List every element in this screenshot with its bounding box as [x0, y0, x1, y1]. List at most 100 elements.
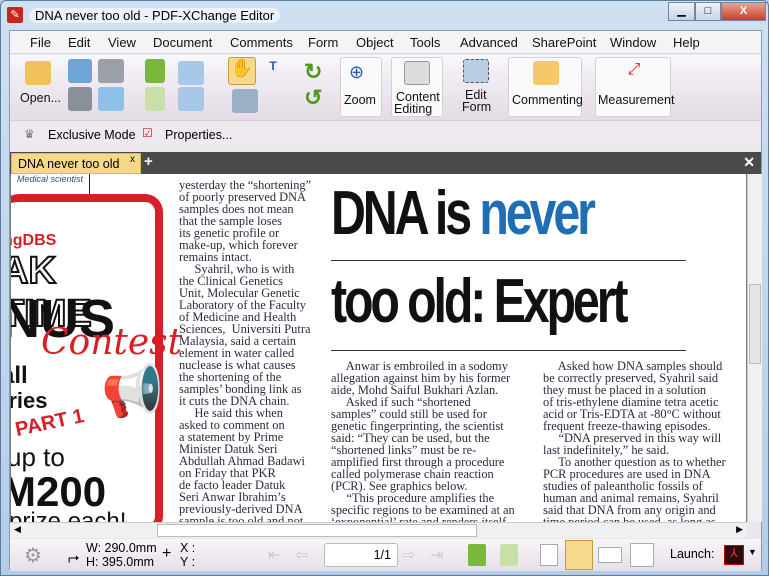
- menu-bar: File Edit View Document Comments Form Object To…: [10, 31, 761, 54]
- acrobat-launch-icon[interactable]: ⅄: [724, 545, 744, 565]
- page-size-icon: ⮣: [68, 549, 80, 565]
- exclusive-mode-button[interactable]: Exclusive Mode: [48, 128, 136, 142]
- app-body: File Edit View Document Comments Form Object To…: [9, 30, 762, 571]
- ad-line: prize each!: [11, 508, 127, 522]
- headline-accent: never: [479, 179, 596, 248]
- article-column-1: yesterday the “shortening” of poorly pres…: [179, 179, 311, 522]
- measurement-button[interactable]: ⤢ Measurement: [595, 57, 674, 117]
- status-bar: ⚙ ⮣ W: 290.0mm H: 395.0mm + X : Y : ⇤ ⇦ …: [10, 539, 761, 571]
- edit-form-label-2[interactable]: Form: [462, 101, 491, 114]
- menu-view[interactable]: View: [108, 35, 136, 50]
- open-button[interactable]: Open...: [20, 92, 61, 105]
- continuous-view-icon[interactable]: [565, 540, 593, 570]
- rotate-cw-icon[interactable]: ↻: [304, 59, 324, 84]
- ad-line: Contest: [41, 322, 183, 363]
- divider: [89, 174, 90, 194]
- horizontal-scrollbar[interactable]: ◀ ▶: [10, 522, 747, 538]
- text-line: sample is too old and not: [179, 514, 304, 522]
- snapshot-icon[interactable]: [232, 89, 258, 113]
- commenting-button[interactable]: Commenting: [508, 57, 583, 117]
- menu-document[interactable]: Document: [153, 35, 212, 50]
- vertical-scroll-thumb[interactable]: [749, 284, 761, 364]
- app-window: ✎ DNA never too old - PDF-XChange Editor…: [0, 0, 769, 576]
- previous-view-icon[interactable]: [468, 544, 486, 566]
- launch-label: Launch:: [670, 547, 715, 561]
- cursor-x: X :: [180, 541, 196, 555]
- headline-line-1: DNA is never: [331, 178, 596, 249]
- page-width: W: 290.0mm: [86, 541, 157, 555]
- measurement-icon: ⤢: [627, 61, 641, 78]
- single-page-view-icon[interactable]: [540, 544, 558, 566]
- headline-rule: [331, 350, 686, 351]
- menu-help[interactable]: Help: [673, 35, 700, 50]
- menu-edit[interactable]: Edit: [68, 35, 90, 50]
- next-page-icon[interactable]: ⇨: [402, 545, 415, 565]
- caption: Medical scientist: [17, 174, 84, 184]
- next-view-icon[interactable]: [500, 544, 518, 566]
- open-folder-icon[interactable]: [25, 61, 51, 85]
- first-page-icon[interactable]: ⇤: [268, 545, 281, 565]
- megaphone-icon: 📢: [101, 363, 164, 419]
- rotate-ccw-icon[interactable]: ↺: [304, 85, 324, 110]
- facing-view-icon[interactable]: [598, 547, 622, 563]
- save-icon[interactable]: [68, 59, 92, 83]
- continuous-facing-view-icon[interactable]: [630, 543, 654, 567]
- menu-file[interactable]: File: [30, 35, 51, 50]
- menu-tools[interactable]: Tools: [410, 35, 440, 50]
- commenting-icon: [533, 61, 559, 85]
- hand-tool-icon[interactable]: ✋: [228, 57, 256, 85]
- edit-form-icon[interactable]: [463, 59, 489, 83]
- launch-dropdown-icon[interactable]: ▼: [748, 547, 757, 557]
- menu-object[interactable]: Object: [356, 35, 394, 50]
- pdf-page: Medical scientist ngDBS AK TIME NUS Cont…: [11, 174, 746, 522]
- scan-icon[interactable]: [98, 59, 124, 83]
- menu-comments[interactable]: Comments: [230, 35, 293, 50]
- select-text-icon[interactable]: T: [262, 59, 284, 83]
- export-icon[interactable]: [145, 87, 165, 111]
- headline-line-2: too old: Expert: [331, 267, 629, 336]
- new-tab-button[interactable]: +: [144, 153, 153, 170]
- zoom-icon: ⊕: [349, 62, 365, 82]
- headline-rule: [331, 260, 686, 261]
- import-icon[interactable]: [145, 59, 165, 83]
- main-toolbar: Open... ✋ T ↻ ↺ ⊕ Zoom Content Editing E…: [10, 55, 761, 121]
- undo-icon[interactable]: [178, 61, 204, 85]
- menu-window[interactable]: Window: [610, 35, 656, 50]
- app-logo-icon: ✎: [7, 7, 23, 23]
- page-height: H: 395.0mm: [86, 555, 155, 569]
- close-button[interactable]: X: [721, 2, 766, 21]
- content-editing-icon: [404, 61, 430, 85]
- article-column-2: Anwar is embroiled in a sodomy allegation…: [331, 360, 515, 522]
- menu-sharepoint[interactable]: SharePoint: [532, 35, 596, 50]
- page-number-input[interactable]: 1/1: [324, 543, 398, 567]
- email-icon[interactable]: [98, 87, 124, 111]
- scroll-right-icon[interactable]: ▶: [736, 524, 743, 535]
- tab-dna-never-too-old[interactable]: DNA never too old x: [11, 153, 141, 174]
- document-view[interactable]: Medical scientist ngDBS AK TIME NUS Cont…: [10, 174, 747, 522]
- settings-gear-icon[interactable]: ⚙: [24, 543, 42, 568]
- properties-button[interactable]: Properties...: [165, 128, 232, 142]
- content-editing-button[interactable]: Content Editing: [391, 57, 443, 117]
- tab-label: DNA never too old: [18, 157, 120, 171]
- menu-form[interactable]: Form: [308, 35, 338, 50]
- vertical-scrollbar[interactable]: [747, 174, 762, 522]
- maximize-button[interactable]: □: [695, 2, 721, 21]
- redo-icon[interactable]: [178, 87, 204, 111]
- scroll-left-icon[interactable]: ◀: [14, 524, 21, 535]
- cursor-y: Y :: [180, 555, 196, 569]
- tab-close-icon[interactable]: x: [130, 154, 135, 165]
- advertisement: ngDBS AK TIME NUS Contest all tries PART…: [11, 194, 182, 522]
- crown-icon: ♛: [24, 127, 35, 141]
- horizontal-scroll-thumb[interactable]: [157, 524, 477, 537]
- minimize-button[interactable]: ▁: [668, 2, 695, 21]
- ad-brand: ngDBS: [11, 232, 57, 249]
- zoom-button[interactable]: ⊕ Zoom: [340, 57, 382, 117]
- previous-page-icon[interactable]: ⇦: [295, 545, 308, 565]
- document-tab-bar: DNA never too old x + ✕: [10, 152, 761, 174]
- close-all-tabs-icon[interactable]: ✕: [743, 154, 755, 171]
- properties-icon: ☑: [142, 126, 153, 140]
- last-page-icon[interactable]: ⇥: [430, 545, 443, 565]
- menu-advanced[interactable]: Advanced: [460, 35, 518, 50]
- cursor-position-icon: +: [162, 545, 172, 562]
- print-icon[interactable]: [68, 87, 92, 111]
